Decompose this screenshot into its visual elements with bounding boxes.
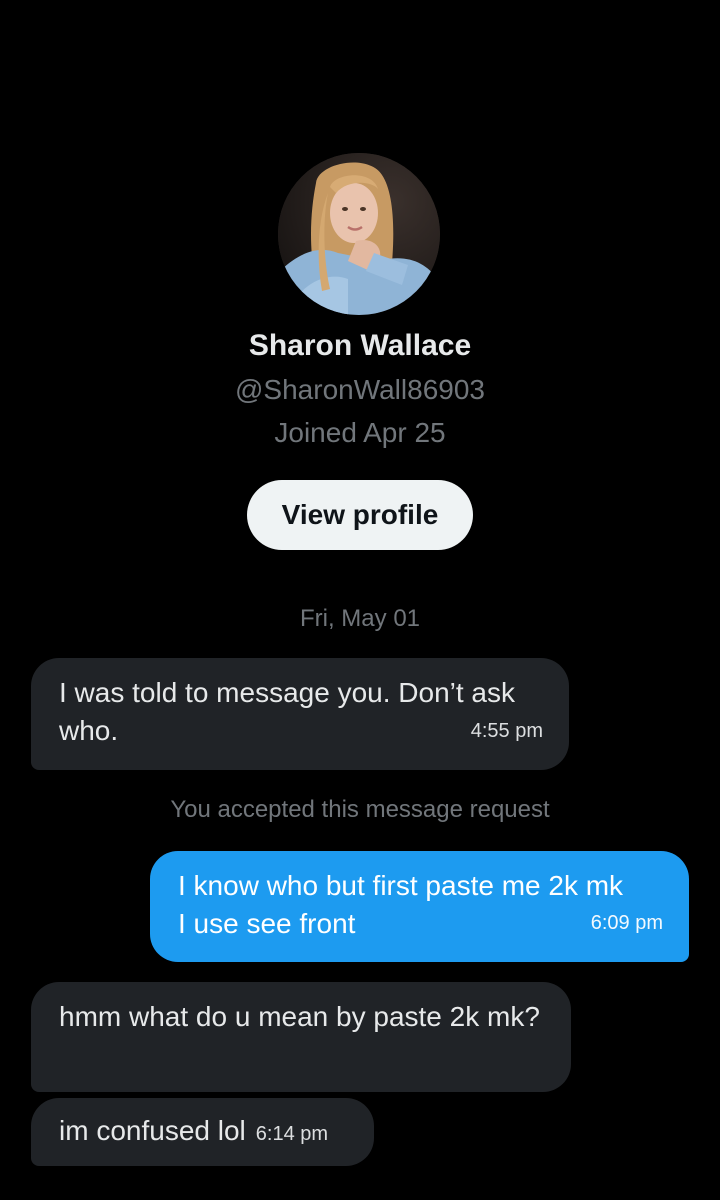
request-accepted-notice: You accepted this message request xyxy=(170,796,550,823)
message-timestamp: 4:55 pm xyxy=(470,720,543,742)
message-text-line: I know who but first paste me 2k mk xyxy=(178,870,624,901)
message-bubble-incoming[interactable]: I was told to message you. Don’t ask who… xyxy=(31,658,569,770)
profile-avatar[interactable] xyxy=(278,153,440,315)
message-bubble-incoming[interactable]: hmm what do u mean by paste 2k mk? xyxy=(31,982,571,1092)
profile-handle: @SharonWall86903 xyxy=(235,374,485,405)
message-timestamp: 6:14 pm xyxy=(255,1123,329,1145)
message-text: im confused lol xyxy=(59,1115,246,1146)
avatar-photo xyxy=(278,153,440,315)
view-profile-button[interactable]: View profile xyxy=(247,480,473,550)
message-timestamp: 6:09 pm xyxy=(590,912,663,934)
dm-conversation-screen: Sharon Wallace @SharonWall86903 Joined A… xyxy=(0,0,720,1200)
profile-joined-date: Joined Apr 25 xyxy=(274,417,446,448)
message-bubble-outgoing[interactable]: I know who but first paste me 2k mk I us… xyxy=(150,851,689,962)
profile-name: Sharon Wallace xyxy=(248,329,472,362)
message-text: hmm what do u mean by paste 2k mk? xyxy=(59,1001,540,1032)
date-separator: Fri, May 01 xyxy=(299,605,421,632)
message-bubble-incoming[interactable]: im confused lol 6:14 pm xyxy=(31,1098,374,1166)
